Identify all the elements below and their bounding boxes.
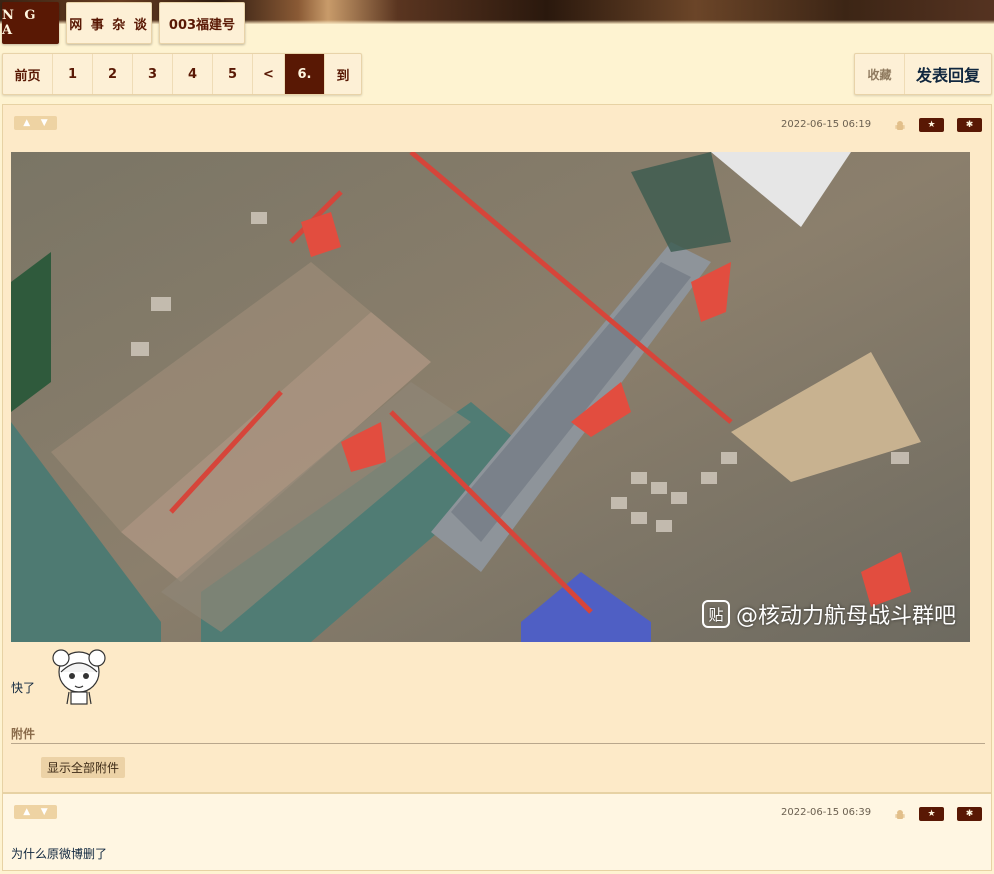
post-image[interactable]: 贴 @核动力航母战斗群吧 xyxy=(11,152,970,642)
breadcrumb-topic[interactable]: 003福建号 xyxy=(159,2,245,44)
logo-text: N G A xyxy=(2,8,39,38)
prev-page-button[interactable]: 前页 xyxy=(3,54,53,94)
current-page-button[interactable]: 6. xyxy=(285,54,325,94)
goto-page-button[interactable]: 到 xyxy=(325,54,361,94)
anime-sticker-image xyxy=(52,649,106,705)
page-4-button[interactable]: 4 xyxy=(173,54,213,94)
topic-actions: 收藏 发表回复 xyxy=(854,53,992,95)
back-page-button[interactable]: < xyxy=(253,54,285,94)
breadcrumb-forum-label: 网 事 杂 谈 xyxy=(69,17,149,33)
gear-icon[interactable]: ✱ xyxy=(957,118,982,132)
watermark-text: @核动力航母战斗群吧 xyxy=(735,604,956,629)
page-5-button[interactable]: 5 xyxy=(213,54,253,94)
vote-buttons: ▲ ▼ xyxy=(14,805,57,819)
post-date: 2022-06-15 06:19 xyxy=(781,119,872,130)
post: ▲ ▼ 2022-06-15 06:19 ★ ✱ 贴 @核动力航母战斗群吧 快了… xyxy=(2,104,992,793)
page-2-button[interactable]: 2 xyxy=(93,54,133,94)
nga-logo-button[interactable]: N G A xyxy=(2,2,59,44)
thumbs-up-icon[interactable]: ▲ xyxy=(23,118,30,128)
favorite-button[interactable]: 收藏 xyxy=(855,54,905,94)
breadcrumb-forum[interactable]: 网 事 杂 谈 xyxy=(66,2,152,44)
page-3-button[interactable]: 3 xyxy=(133,54,173,94)
star-icon[interactable]: ★ xyxy=(919,807,944,821)
satellite-shipyard-image xyxy=(11,152,970,642)
post-content: 为什么原微博删了 xyxy=(11,847,108,861)
attachments-divider xyxy=(11,743,985,744)
android-icon xyxy=(895,121,905,130)
post-reply-button[interactable]: 发表回复 xyxy=(905,54,991,94)
star-icon[interactable]: ★ xyxy=(919,118,944,132)
vote-buttons: ▲ ▼ xyxy=(14,116,57,130)
android-icon xyxy=(895,810,905,819)
gear-icon[interactable]: ✱ xyxy=(957,807,982,821)
thumbs-up-icon[interactable]: ▲ xyxy=(23,807,30,817)
post-content: 快了 xyxy=(11,681,36,695)
show-all-attachments-button[interactable]: 显示全部附件 xyxy=(41,757,126,778)
attachments-title: 附件 xyxy=(11,727,36,741)
pagination: 前页 1 2 3 4 5 < 6. 到 xyxy=(2,53,362,95)
tieba-icon: 贴 xyxy=(701,600,730,628)
breadcrumb-topic-label: 003福建号 xyxy=(168,17,236,33)
thumbs-down-icon[interactable]: ▼ xyxy=(41,118,48,128)
image-watermark: 贴 @核动力航母战斗群吧 xyxy=(701,598,956,630)
thumbs-down-icon[interactable]: ▼ xyxy=(41,807,48,817)
post-date: 2022-06-15 06:39 xyxy=(781,807,872,818)
post: ▲ ▼ 2022-06-15 06:39 ★ ✱ 为什么原微博删了 xyxy=(2,793,992,871)
page-1-button[interactable]: 1 xyxy=(53,54,93,94)
